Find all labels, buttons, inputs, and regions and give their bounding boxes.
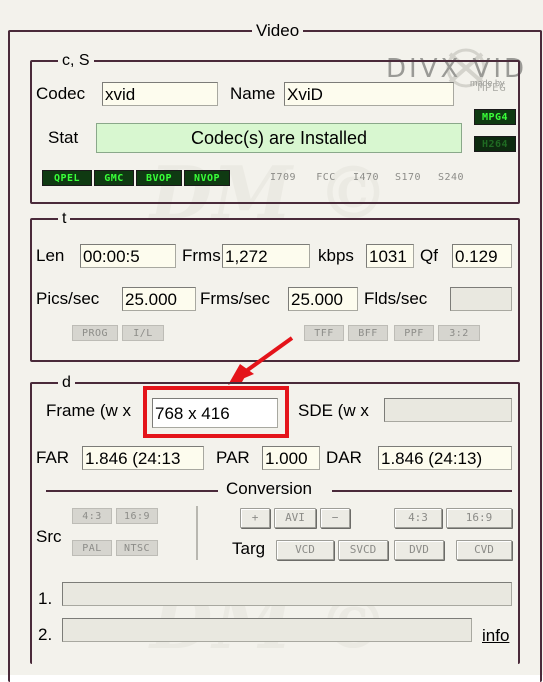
video-legend: Video [252, 22, 304, 40]
tag-i709: I709 [269, 172, 297, 183]
far-label: FAR [36, 448, 70, 467]
len-label: Len [36, 246, 65, 265]
targ-plus-button[interactable]: + [240, 508, 270, 528]
time-legend: t [58, 210, 71, 228]
frms-field[interactable]: 1,272 [222, 244, 310, 268]
tag-prog: PROG [72, 325, 118, 341]
tag-s170: S170 [394, 172, 422, 183]
tag-s240: S240 [437, 172, 465, 183]
codec-label: Codec [36, 84, 86, 103]
tag-ppf: PPF [394, 325, 434, 341]
tag-nvop: NVOP [184, 170, 230, 186]
red-arrow-icon [228, 336, 294, 385]
highlight-box [143, 386, 289, 438]
tag-bff: BFF [348, 325, 388, 341]
frame-label: Frame (w x [46, 401, 131, 420]
src-4-3[interactable]: 4:3 [72, 508, 112, 524]
info-link[interactable]: info [482, 626, 509, 646]
sde-field[interactable] [384, 398, 512, 422]
targ-cvd-button[interactable]: CVD [456, 540, 512, 560]
line2-field[interactable] [62, 618, 472, 642]
targ-16-9-button[interactable]: 16:9 [446, 508, 512, 528]
frmssec-field[interactable]: 25.000 [288, 287, 358, 311]
targ-svcd-button[interactable]: SVCD [338, 540, 388, 560]
codec-field[interactable]: xvid [102, 82, 218, 106]
tag-h264: H264 [474, 136, 516, 152]
line2-label: 2. [38, 625, 53, 644]
flds-field[interactable] [450, 287, 512, 311]
stat-field: Codec(s) are Installed [96, 123, 462, 153]
conversion-label: Conversion [226, 479, 312, 498]
frms-label: Frms [182, 246, 221, 265]
targ-dvd-button[interactable]: DVD [394, 540, 444, 560]
src-pal[interactable]: PAL [72, 540, 112, 556]
tag-bvop: BVOP [136, 170, 182, 186]
frmssec-label: Frms/sec [200, 289, 270, 308]
conversion-rule-left [46, 490, 218, 492]
tag-qpel: QPEL [42, 170, 92, 186]
name-field[interactable]: XviD [284, 82, 454, 106]
codec-legend: c, S [58, 52, 94, 70]
tag-fcc: FCC [316, 172, 336, 183]
tag-gmc: GMC [94, 170, 134, 186]
tag-32: 3:2 [438, 325, 480, 341]
targ-4-3-button[interactable]: 4:3 [394, 508, 442, 528]
len-field[interactable]: 00:00:5 [80, 244, 176, 268]
tag-mpeg: MPEG [477, 81, 507, 94]
targ-avi-button[interactable]: AVI [274, 508, 316, 528]
line1-label: 1. [38, 589, 53, 608]
dar-label: DAR [326, 448, 362, 467]
src-label: Src [36, 527, 62, 546]
sde-label: SDE (w x [298, 401, 369, 420]
flds-label: Flds/sec [364, 289, 428, 308]
name-label: Name [230, 84, 276, 103]
targ-minus-button[interactable]: − [320, 508, 350, 528]
far-field[interactable]: 1.846 (24:13 [82, 446, 204, 470]
qf-field[interactable]: 0.129 [452, 244, 512, 268]
targ-label: Targ [232, 539, 266, 558]
par-label: PAR [216, 448, 250, 467]
dimension-legend: d [58, 374, 75, 392]
line1-field[interactable] [62, 582, 512, 606]
qf-label: Qf [420, 246, 438, 265]
par-field[interactable]: 1.000 [262, 446, 320, 470]
pics-label: Pics/sec [36, 289, 100, 308]
tag-il: I/L [122, 325, 164, 341]
targ-vcd-button[interactable]: VCD [276, 540, 334, 560]
src-ntsc[interactable]: NTSC [116, 540, 158, 556]
pics-field[interactable]: 25.000 [122, 287, 196, 311]
src-16-9[interactable]: 16:9 [116, 508, 158, 524]
kbps-label: kbps [318, 246, 354, 265]
tag-mpg4: MPG4 [474, 109, 516, 125]
stat-label: Stat [48, 128, 79, 147]
src-divider [196, 506, 198, 560]
kbps-field[interactable]: 1031 [366, 244, 414, 268]
dar-field[interactable]: 1.846 (24:13) [378, 446, 512, 470]
video-panel: Video DM © DM © DIVX VID made by c, S Co… [0, 0, 543, 682]
tag-tff: TFF [304, 325, 344, 341]
conversion-rule-right [332, 490, 512, 492]
tag-i470: I470 [352, 172, 380, 183]
